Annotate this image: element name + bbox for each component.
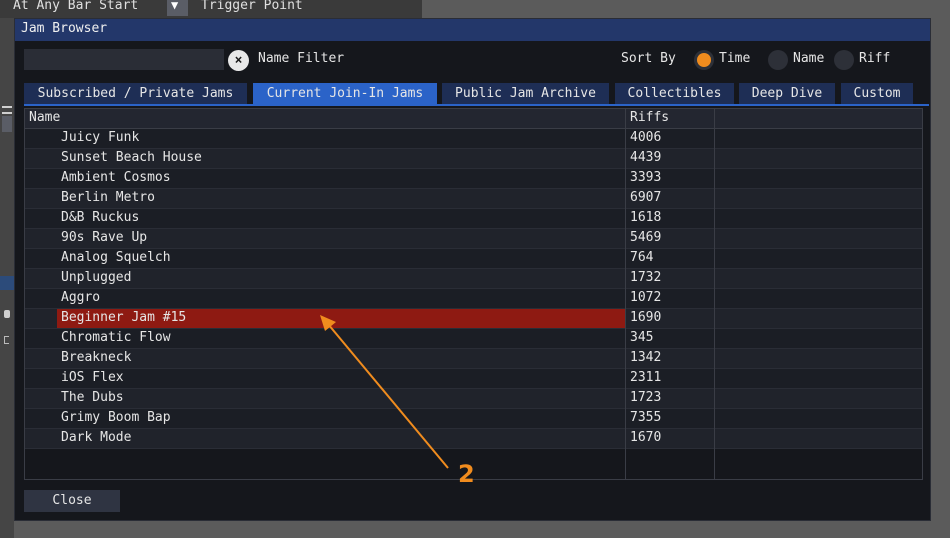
trigger-dropdown[interactable]: ▼ <box>167 0 188 16</box>
jam-name-cell: Juicy Funk <box>61 130 140 145</box>
jam-name-cell: Chromatic Flow <box>61 330 171 345</box>
table-row[interactable]: D&B Ruckus 1618 <box>25 209 922 229</box>
jam-name-cell: Sunset Beach House <box>61 150 202 165</box>
jam-name-cell: iOS Flex <box>61 370 124 385</box>
trigger-point-label: Trigger Point <box>201 0 303 13</box>
table-row[interactable]: Aggro 1072 <box>25 289 922 309</box>
tab-collectibles[interactable]: Collectibles <box>615 83 734 104</box>
background-sidebar <box>0 18 14 538</box>
triangle-down-icon: ▼ <box>171 0 179 12</box>
jam-name-cell: D&B Ruckus <box>61 210 140 225</box>
table-row[interactable]: Chromatic Flow 345 <box>25 329 922 349</box>
tab-deep-dive[interactable]: Deep Dive <box>739 83 835 104</box>
table-row[interactable]: Sunset Beach House 4439 <box>25 149 922 169</box>
jam-name-cell: Beginner Jam #15 <box>61 310 187 325</box>
riffs-cell: 7355 <box>630 410 662 425</box>
tab-current-join-in[interactable]: Current Join-In Jams <box>253 83 437 104</box>
column-divider <box>714 109 715 479</box>
jam-name-cell: Unplugged <box>61 270 132 285</box>
column-header-riffs[interactable]: Riffs <box>630 110 669 125</box>
sort-name-label[interactable]: Name <box>793 51 824 66</box>
jam-name-cell: Berlin Metro <box>61 190 155 205</box>
sort-time-label[interactable]: Time <box>719 51 750 66</box>
sort-time-radio[interactable] <box>694 50 714 70</box>
riffs-cell: 1723 <box>630 390 662 405</box>
column-header-name[interactable]: Name <box>29 110 60 125</box>
dialog-titlebar[interactable]: Jam Browser <box>15 19 930 41</box>
table-row[interactable]: Dark Mode 1670 <box>25 429 922 449</box>
table-row[interactable]: The Dubs 1723 <box>25 389 922 409</box>
dialog-title: Jam Browser <box>21 21 108 36</box>
riffs-cell: 4439 <box>630 150 662 165</box>
table-row[interactable]: Breakneck 1342 <box>25 349 922 369</box>
collapse-icon <box>0 276 14 290</box>
table-row[interactable]: Analog Squelch 764 <box>25 249 922 269</box>
tab-public-archive[interactable]: Public Jam Archive <box>442 83 609 104</box>
jam-name-cell: Aggro <box>61 290 101 305</box>
table-row[interactable]: Ambient Cosmos 3393 <box>25 169 922 189</box>
background-toolbar: At Any Bar Start ▼ Trigger Point <box>0 0 422 18</box>
tab-subscribed-private[interactable]: Subscribed / Private Jams <box>24 83 247 104</box>
column-divider <box>625 109 626 479</box>
riffs-cell: 2311 <box>630 370 662 385</box>
table-row[interactable]: Unplugged 1732 <box>25 269 922 289</box>
riffs-cell: 6907 <box>630 190 662 205</box>
jam-name-cell: Analog Squelch <box>61 250 171 265</box>
riffs-cell: 4006 <box>630 130 662 145</box>
riffs-cell: 1342 <box>630 350 662 365</box>
jam-name-cell: Dark Mode <box>61 430 132 445</box>
riffs-cell: 5469 <box>630 230 662 245</box>
table-header: Name Riffs <box>25 109 922 129</box>
table-row[interactable]: Beginner Jam #15 1690 <box>25 309 922 329</box>
jam-name-cell: Grimy Boom Bap <box>61 410 171 425</box>
sort-name-radio[interactable] <box>768 50 788 70</box>
jam-name-cell: The Dubs <box>61 390 124 405</box>
jam-table: Name Riffs Juicy Funk 4006 Sunset Beach Ho… <box>24 108 923 480</box>
riffs-cell: 1072 <box>630 290 662 305</box>
riffs-cell: 764 <box>630 250 654 265</box>
riffs-cell: 345 <box>630 330 654 345</box>
riffs-cell: 1670 <box>630 430 662 445</box>
speaker-icon <box>4 310 10 318</box>
riffs-cell: 1690 <box>630 310 662 325</box>
sidebar-button <box>2 116 12 132</box>
annotation-label: 2 <box>458 460 475 488</box>
bar-start-label: At Any Bar Start <box>13 0 139 13</box>
table-row[interactable]: Juicy Funk 4006 <box>25 129 922 149</box>
background-area <box>422 0 950 18</box>
tab-underline <box>24 104 929 106</box>
sort-riff-radio[interactable] <box>834 50 854 70</box>
name-filter-input[interactable] <box>24 49 224 70</box>
sort-by-label: Sort By <box>621 51 676 66</box>
menu-icon <box>2 106 12 114</box>
sort-riff-label[interactable]: Riff <box>859 51 890 66</box>
table-row[interactable]: Grimy Boom Bap 7355 <box>25 409 922 429</box>
name-filter-label: Name Filter <box>258 51 345 66</box>
riffs-cell: 3393 <box>630 170 662 185</box>
jam-name-cell: 90s Rave Up <box>61 230 148 245</box>
tab-custom[interactable]: Custom <box>841 83 913 104</box>
jam-name-cell: Ambient Cosmos <box>61 170 171 185</box>
close-button[interactable]: Close <box>24 490 120 512</box>
table-row[interactable]: Berlin Metro 6907 <box>25 189 922 209</box>
table-row[interactable]: 90s Rave Up 5469 <box>25 229 922 249</box>
close-icon[interactable]: × <box>228 50 249 71</box>
jam-name-cell: Breakneck <box>61 350 132 365</box>
riffs-cell: 1732 <box>630 270 662 285</box>
jam-browser-dialog: Jam Browser × Name Filter Sort By Time N… <box>14 18 931 521</box>
bracket-icon <box>4 336 9 344</box>
riffs-cell: 1618 <box>630 210 662 225</box>
table-row[interactable]: iOS Flex 2311 <box>25 369 922 389</box>
